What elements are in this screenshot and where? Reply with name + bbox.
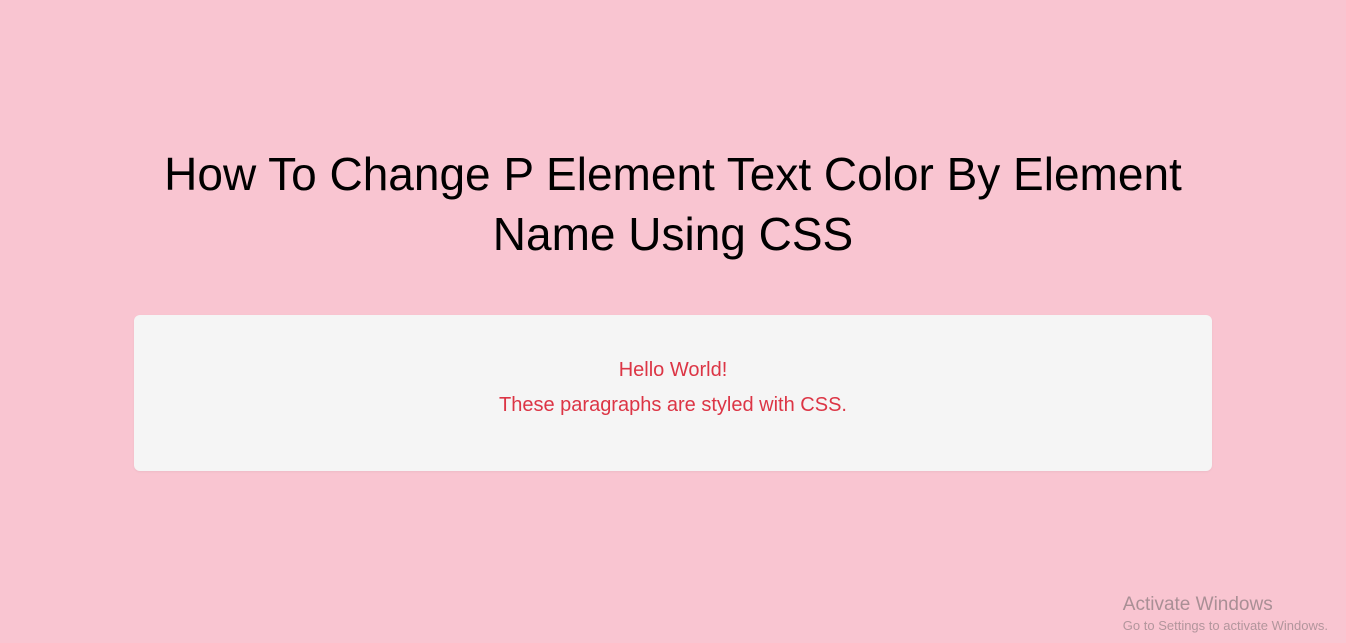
main-container: How To Change P Element Text Color By El… (0, 0, 1346, 471)
example-panel: Hello World! These paragraphs are styled… (134, 315, 1212, 471)
watermark-title: Activate Windows (1123, 594, 1328, 616)
paragraph-styled: These paragraphs are styled with CSS. (154, 394, 1192, 417)
paragraph-hello: Hello World! (154, 359, 1192, 382)
windows-activation-watermark: Activate Windows Go to Settings to activ… (1123, 594, 1328, 633)
page-heading: How To Change P Element Text Color By El… (123, 145, 1223, 265)
watermark-subtitle: Go to Settings to activate Windows. (1123, 618, 1328, 633)
